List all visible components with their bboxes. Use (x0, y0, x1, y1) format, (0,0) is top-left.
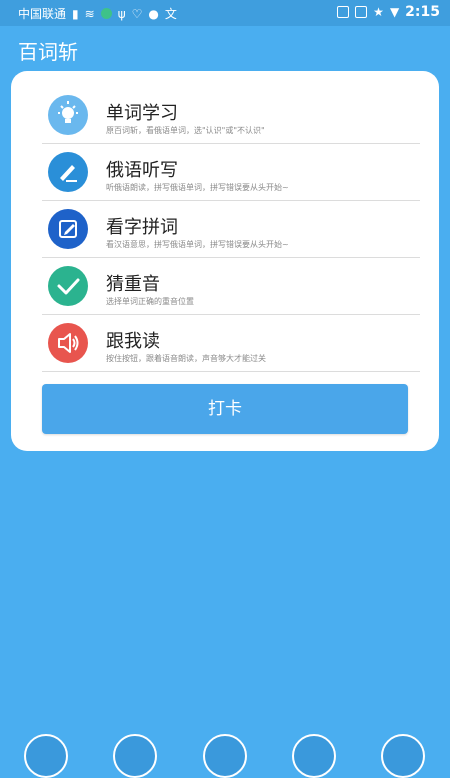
health-icon: ♡ (131, 6, 143, 21)
wifi-icon: ≋ (84, 6, 95, 21)
signal-icon: ▮ (72, 6, 79, 21)
menu-item-title: 单词学习 (106, 103, 178, 124)
checkin-button[interactable]: 打卡 (42, 384, 408, 434)
status-right: ★ ▼ 2:15 (337, 4, 440, 20)
status-bar: 中国联通 ▮ ≋ ψ ♡ ● 文 ★ ▼ 2:15 (0, 0, 450, 26)
edit-icon (48, 209, 88, 249)
menu-item-description: 看汉语意思，拼写俄语单词，拼写错误要从头开始~ (106, 240, 289, 249)
nav-book-icon[interactable] (203, 734, 247, 778)
chat-icon: ● (148, 6, 159, 21)
menu-item-description: 听俄语朗读，拼写俄语单词，拼写错误要从头开始~ (106, 183, 289, 192)
pen-icon (48, 152, 88, 192)
star-icon: ★ (373, 5, 384, 19)
app-title: 百词斩 (18, 40, 78, 64)
menu-card: 单词学习 原百词斩，看俄语单词，选"认识"或"不认识" 俄语听写 听俄语朗读，拼… (11, 71, 439, 451)
nav-message-icon[interactable] (292, 734, 336, 778)
menu-item-title: 猜重音 (106, 274, 160, 295)
lightbulb-icon (48, 95, 88, 135)
menu-item-description: 选择单词正确的重音位置 (106, 297, 194, 306)
menu-item-word-study[interactable]: 单词学习 原百词斩，看俄语单词，选"认识"或"不认识" (42, 87, 420, 144)
usb-icon: ψ (117, 6, 126, 21)
nav-refresh-icon[interactable] (113, 734, 157, 778)
menu-item-guess-stress[interactable]: 猜重音 选择单词正确的重音位置 (42, 258, 420, 315)
menu-item-read-along[interactable]: 跟我读 按住按钮，跟着语音朗读，声音够大才能过关 (42, 315, 420, 372)
bottom-nav (0, 728, 450, 778)
wifi-strength-icon: ▼ (389, 5, 400, 19)
nav-search-icon[interactable] (24, 734, 68, 778)
menu-item-title: 俄语听写 (106, 160, 178, 181)
menu-item-title: 看字拼词 (106, 217, 178, 238)
nav-profile-icon[interactable] (381, 734, 425, 778)
menu-item-dictation[interactable]: 俄语听写 听俄语朗读，拼写俄语单词，拼写错误要从头开始~ (42, 144, 420, 201)
vibrate-icon (337, 6, 350, 18)
status-time: 2:15 (405, 4, 440, 20)
speaker-icon (48, 323, 88, 363)
menu-item-description: 原百词斩，看俄语单词，选"认识"或"不认识" (106, 126, 265, 135)
carrier-label: 中国联通 (18, 7, 67, 21)
menu-item-description: 按住按钮，跟着语音朗读，声音够大才能过关 (106, 354, 266, 363)
app-notification-icon (100, 8, 112, 19)
translate-icon: 文 (164, 7, 177, 21)
menu-item-spell-word[interactable]: 看字拼词 看汉语意思，拼写俄语单词，拼写错误要从头开始~ (42, 201, 420, 258)
check-icon (48, 266, 88, 306)
battery-icon (355, 6, 368, 18)
menu-item-title: 跟我读 (106, 331, 160, 352)
status-left: 中国联通 ▮ ≋ ψ ♡ ● 文 (18, 5, 177, 22)
